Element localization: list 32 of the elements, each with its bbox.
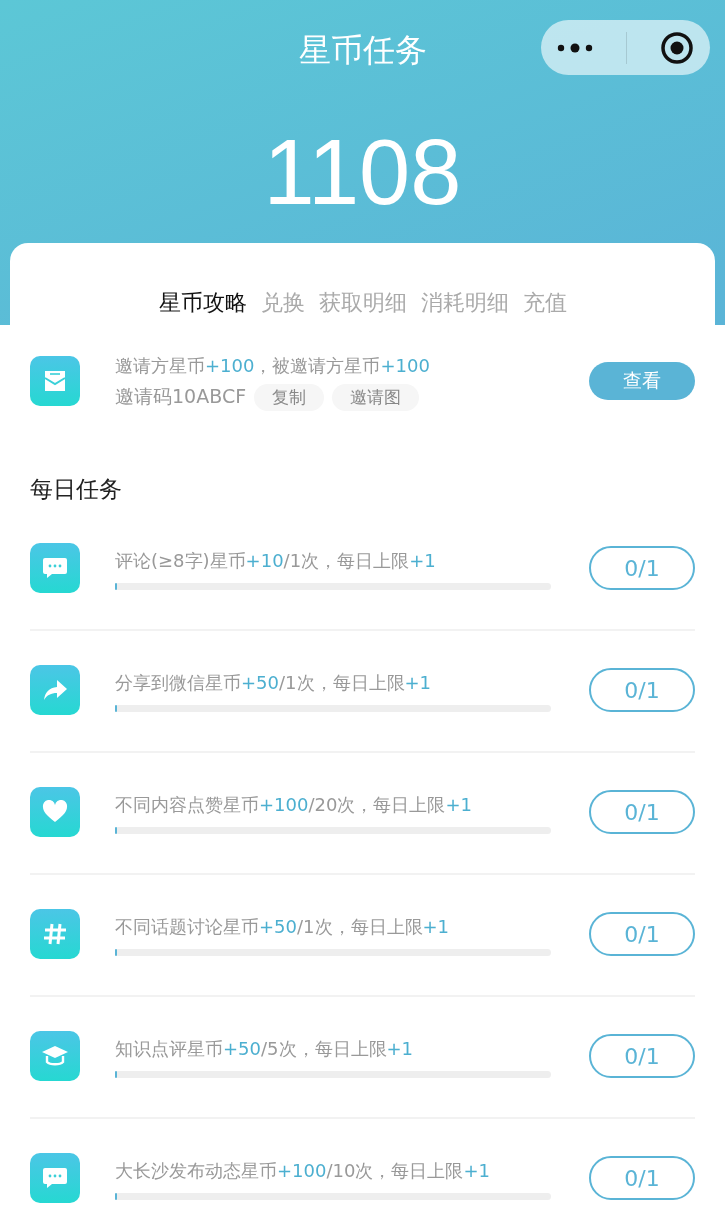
tab[interactable]: 兑换 (260, 287, 305, 319)
envelope-icon (30, 356, 80, 406)
chat-bubble-icon (30, 1153, 80, 1203)
task-description: 评论(≥8字)星币+10/1次，每日上限+1 (115, 548, 437, 573)
chip-button[interactable]: 邀请图 (332, 383, 420, 411)
task-description: 分享到微信星币+50/1次，每日上限+1 (115, 670, 433, 695)
tab[interactable]: 消耗明细 (420, 287, 509, 319)
page-title: 星币任务 (298, 30, 427, 71)
invite-code: 邀请码10ABCF (115, 384, 247, 409)
progress-count: 0/1 (589, 1034, 695, 1078)
task-description: 不同话题讨论星币+50/1次，每日上限+1 (115, 914, 451, 939)
chip-button[interactable]: 复制 (254, 383, 325, 411)
progress-count: 0/1 (589, 790, 695, 834)
tab[interactable]: 充值 (522, 287, 567, 319)
chat-bubble-icon (30, 543, 80, 593)
view-button[interactable]: 查看 (589, 362, 695, 400)
task-description: 大长沙发布动态星币+100/10次，每日上限+1 (115, 1158, 491, 1183)
more-icon[interactable] (557, 42, 594, 53)
coin-balance: 1108 (262, 122, 463, 222)
task-description: 知识点评星币+50/5次，每日上限+1 (115, 1036, 415, 1061)
hashtag-icon (30, 909, 80, 959)
progress-count: 0/1 (589, 1156, 695, 1200)
tab[interactable]: 星币攻略 (158, 287, 247, 319)
progress-count: 0/1 (589, 912, 695, 956)
progress-count: 0/1 (589, 668, 695, 712)
progress-count: 0/1 (589, 546, 695, 590)
close-target-icon[interactable] (659, 30, 694, 65)
section-title: 每日任务 (30, 475, 123, 504)
task-description: 不同内容点赞星币+100/20次，每日上限+1 (115, 792, 473, 817)
tab[interactable]: 获取明细 (318, 287, 407, 319)
graduation-cap-icon (30, 1031, 80, 1081)
invite-reward-text: 邀请方星币+100，被邀请方星币+100 (115, 353, 431, 378)
